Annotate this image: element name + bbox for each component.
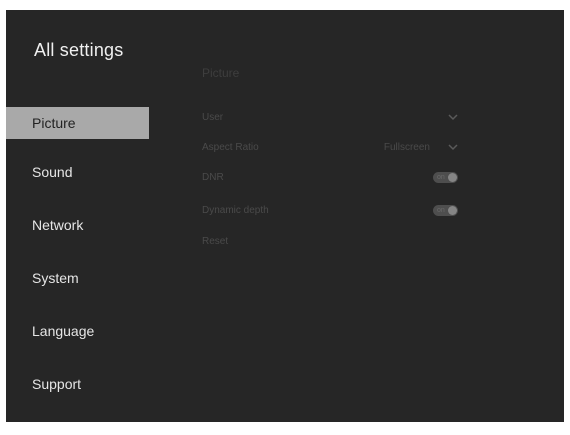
settings-panel: Picture User Aspect Ratio Fullscreen DNR… bbox=[199, 10, 564, 422]
sidebar-item-system[interactable]: System bbox=[6, 262, 149, 294]
setting-dynamic-depth[interactable]: Dynamic depth on bbox=[202, 203, 460, 219]
dynamic-depth-toggle[interactable]: on bbox=[433, 205, 458, 216]
sidebar: All settings Picture Sound Network Syste… bbox=[6, 10, 156, 422]
sidebar-item-support[interactable]: Support bbox=[6, 368, 149, 400]
section-title: Picture bbox=[202, 66, 240, 80]
toggle-state: on bbox=[437, 174, 445, 181]
chevron-down-icon bbox=[448, 144, 458, 151]
setting-reset[interactable]: Reset bbox=[202, 234, 460, 250]
sidebar-item-language[interactable]: Language bbox=[6, 315, 149, 347]
sidebar-item-label: System bbox=[32, 270, 79, 286]
settings-screen: All settings Picture Sound Network Syste… bbox=[6, 10, 564, 422]
chevron-down-icon bbox=[448, 114, 458, 121]
sidebar-item-label: Sound bbox=[32, 164, 73, 180]
sidebar-item-picture[interactable]: Picture bbox=[6, 107, 149, 139]
toggle-state: on bbox=[437, 207, 445, 214]
toggle-knob bbox=[448, 206, 457, 215]
sidebar-item-network[interactable]: Network bbox=[6, 209, 149, 241]
setting-label: User bbox=[202, 112, 224, 123]
setting-label: Aspect Ratio bbox=[202, 142, 259, 153]
sidebar-item-label: Network bbox=[32, 217, 84, 233]
sidebar-item-label: Support bbox=[32, 376, 82, 392]
setting-label: DNR bbox=[202, 172, 224, 183]
setting-dnr[interactable]: DNR on bbox=[202, 170, 460, 186]
sidebar-item-label: Picture bbox=[32, 115, 76, 131]
setting-aspect-ratio[interactable]: Aspect Ratio Fullscreen bbox=[202, 140, 460, 156]
setting-value: Fullscreen bbox=[383, 142, 430, 153]
setting-label: Reset bbox=[202, 236, 229, 247]
page-title: All settings bbox=[34, 40, 124, 60]
dnr-toggle[interactable]: on bbox=[433, 172, 458, 183]
setting-label: Dynamic depth bbox=[202, 205, 269, 216]
sidebar-item-label: Language bbox=[32, 323, 95, 339]
setting-user[interactable]: User bbox=[202, 110, 460, 126]
toggle-knob bbox=[448, 173, 457, 182]
sidebar-item-sound[interactable]: Sound bbox=[6, 156, 149, 188]
